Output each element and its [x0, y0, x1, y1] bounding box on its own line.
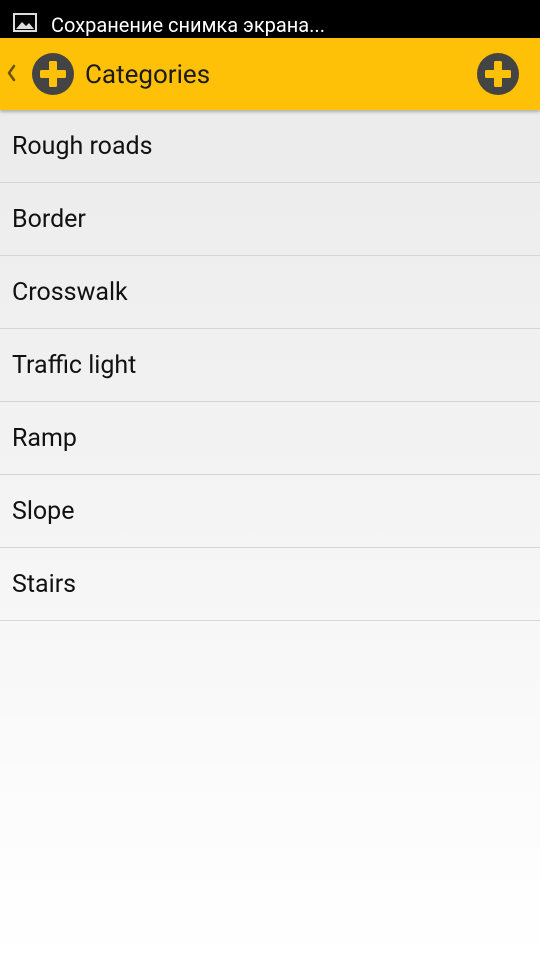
category-label: Crosswalk [12, 278, 128, 307]
app-plus-circle-icon[interactable] [31, 52, 75, 96]
status-bar: Сохранение снимка экрана... [0, 0, 540, 38]
category-item-ramp[interactable]: Ramp [0, 402, 540, 475]
category-label: Ramp [12, 424, 77, 453]
category-list: Rough roads Border Crosswalk Traffic lig… [0, 110, 540, 621]
category-item-crosswalk[interactable]: Crosswalk [0, 256, 540, 329]
category-label: Slope [12, 497, 75, 526]
category-item-stairs[interactable]: Stairs [0, 548, 540, 621]
category-item-slope[interactable]: Slope [0, 475, 540, 548]
image-icon [13, 13, 37, 32]
category-label: Stairs [12, 570, 77, 599]
category-item-traffic-light[interactable]: Traffic light [0, 329, 540, 402]
category-label: Traffic light [12, 351, 137, 380]
page-title: Categories [85, 60, 211, 90]
add-category-button[interactable] [476, 52, 520, 96]
category-item-border[interactable]: Border [0, 183, 540, 256]
chevron-left-icon[interactable] [5, 63, 17, 83]
category-label: Border [12, 205, 86, 234]
notification-text: Сохранение снимка экрана... [51, 13, 325, 37]
category-item-rough-roads[interactable]: Rough roads [0, 110, 540, 183]
action-bar: Categories [0, 38, 540, 110]
category-label: Rough roads [12, 132, 153, 161]
